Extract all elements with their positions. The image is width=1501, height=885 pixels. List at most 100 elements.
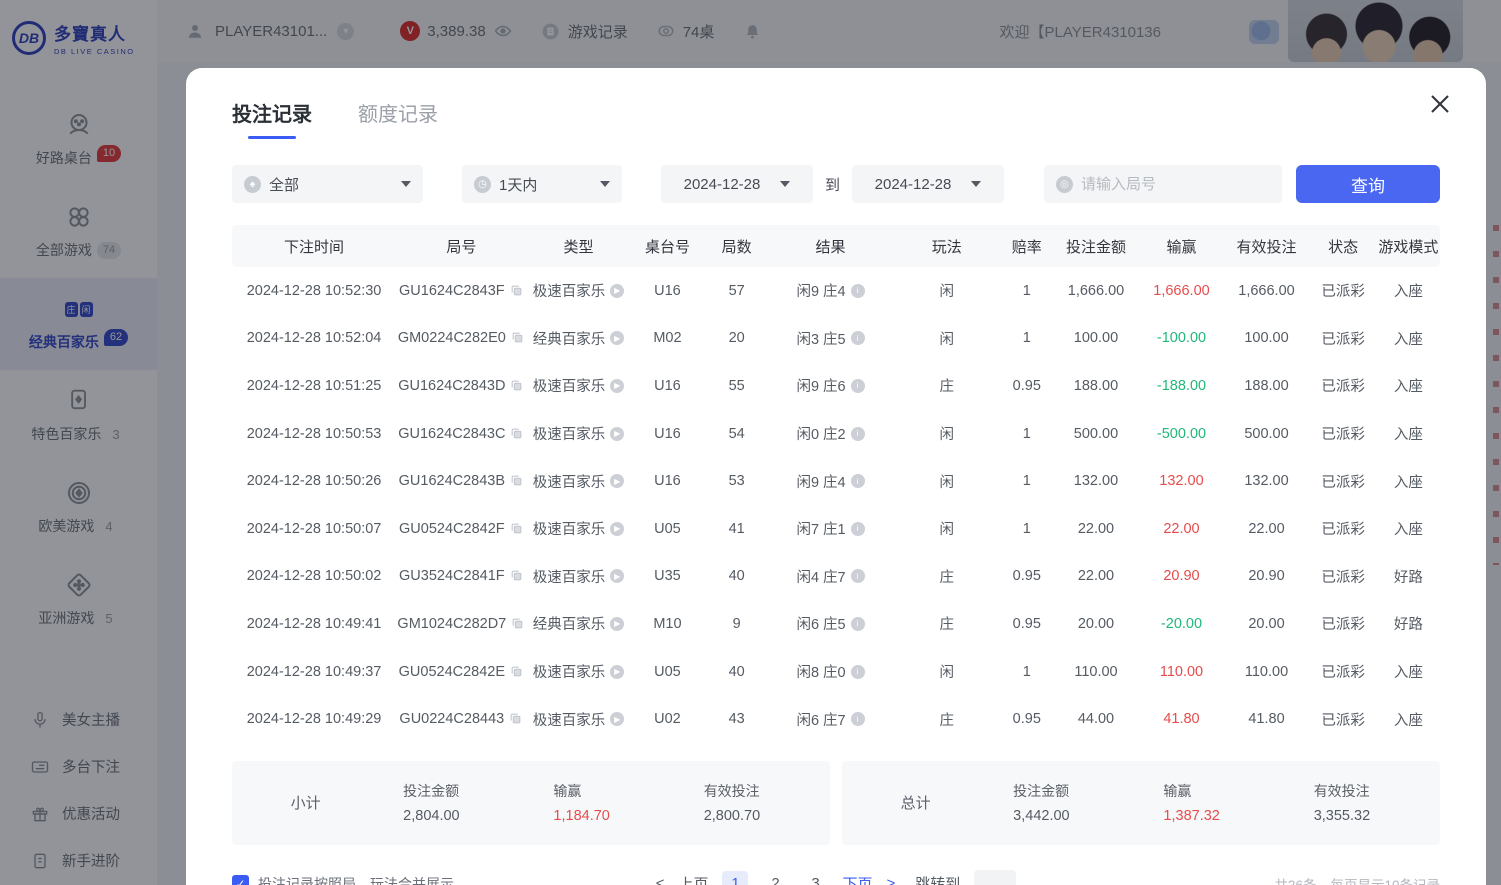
info-icon[interactable]: i [851, 665, 865, 679]
cell-result: 闲7 庄1i [769, 518, 893, 539]
date-from-picker[interactable]: 2024-12-28 [661, 165, 813, 203]
info-icon[interactable]: i [851, 427, 865, 441]
cell-mode: 入座 [1377, 709, 1440, 730]
cell-status: 已派彩 [1310, 709, 1377, 730]
copy-icon[interactable] [510, 522, 524, 536]
cell-mode: 入座 [1377, 518, 1440, 539]
merge-checkbox[interactable]: ✓ [232, 875, 249, 885]
cell-valid: 41.80 [1224, 711, 1310, 727]
cell-type: 经典百家乐▶ [527, 613, 631, 634]
cell-play: 庄 [892, 613, 1001, 634]
table-row: 2024-12-28 10:50:26GU1624C2843B极速百家乐▶U16… [232, 457, 1440, 505]
cell-bet: 100.00 [1052, 330, 1139, 346]
next-arrow-icon[interactable]: > [887, 875, 896, 885]
cell-valid: 20.90 [1224, 568, 1310, 584]
copy-icon[interactable] [510, 427, 524, 441]
summary-bar: 小计 投注金额 2,804.00 输赢 1,184.70 有效投注 2,800.… [232, 761, 1440, 845]
prev-arrow-icon[interactable]: < [656, 875, 665, 885]
page-button-1[interactable]: 1 [722, 871, 748, 885]
cell-play: 闲 [892, 518, 1001, 539]
cell-table: M02 [630, 330, 704, 346]
cell-table: U16 [630, 473, 704, 489]
table-row: 2024-12-28 10:51:25GU1624C2843D极速百家乐▶U16… [232, 362, 1440, 410]
cell-round: 53 [705, 473, 769, 489]
play-video-icon[interactable]: ▶ [610, 522, 624, 536]
play-video-icon[interactable]: ▶ [610, 331, 624, 345]
play-video-icon[interactable]: ▶ [610, 712, 624, 726]
cell-odds: 1 [1001, 664, 1052, 680]
info-icon[interactable]: i [851, 284, 865, 298]
query-button[interactable]: 查询 [1296, 165, 1440, 203]
next-page-button[interactable]: 下页 [842, 873, 872, 885]
close-icon[interactable] [1424, 88, 1456, 120]
cell-status: 已派彩 [1310, 423, 1377, 444]
play-video-icon[interactable]: ▶ [610, 427, 624, 441]
play-video-icon[interactable]: ▶ [610, 569, 624, 583]
page-button-2[interactable]: 2 [762, 871, 788, 885]
cell-id: GM0224C282E0 [396, 330, 526, 346]
info-icon[interactable]: i [851, 712, 865, 726]
tab-bet-records[interactable]: 投注记录 [232, 98, 312, 139]
category-select[interactable]: ♠ 全部 [232, 165, 423, 203]
play-video-icon[interactable]: ▶ [610, 665, 624, 679]
subtotal-valid-label: 有效投注 [704, 781, 760, 801]
cell-time: 2024-12-28 10:49:29 [232, 711, 396, 727]
column-header: 结果 [769, 236, 893, 257]
jump-to-label: 跳转到 [915, 873, 960, 885]
cell-mode: 入座 [1377, 661, 1440, 682]
cell-mode: 入座 [1377, 280, 1440, 301]
copy-icon[interactable] [510, 474, 524, 488]
play-video-icon[interactable]: ▶ [610, 284, 624, 298]
spade-icon: ♠ [244, 176, 261, 193]
play-video-icon[interactable]: ▶ [610, 474, 624, 488]
copy-icon[interactable] [511, 617, 525, 631]
page-button-3[interactable]: 3 [802, 871, 828, 885]
info-icon[interactable]: i [851, 379, 865, 393]
cell-bet: 188.00 [1052, 378, 1139, 394]
column-header: 桌台号 [630, 236, 704, 257]
round-search-input[interactable] [1081, 176, 1270, 193]
copy-icon[interactable] [511, 331, 525, 345]
cell-valid: 22.00 [1224, 521, 1310, 537]
subtotal-label: 小计 [242, 792, 369, 813]
cell-mode: 入座 [1377, 471, 1440, 492]
cell-play: 闲 [892, 661, 1001, 682]
prev-page-button[interactable]: 上页 [678, 873, 708, 885]
info-icon[interactable]: i [851, 474, 865, 488]
cell-round: 55 [705, 378, 769, 394]
info-icon[interactable]: i [851, 331, 865, 345]
caret-down-icon [971, 181, 981, 187]
cell-odds: 0.95 [1001, 568, 1052, 584]
copy-icon[interactable] [510, 569, 524, 583]
table-row: 2024-12-28 10:49:41GM1024C282D7经典百家乐▶M10… [232, 600, 1440, 648]
cell-status: 已派彩 [1310, 280, 1377, 301]
total-valid-value: 3,355.32 [1314, 808, 1370, 824]
caret-down-icon [401, 181, 411, 187]
play-video-icon[interactable]: ▶ [610, 379, 624, 393]
cell-valid: 1,666.00 [1224, 283, 1310, 299]
modal-tabs: 投注记录 额度记录 [232, 98, 1440, 139]
info-icon[interactable]: i [851, 522, 865, 536]
jump-to-input[interactable] [974, 870, 1016, 885]
cell-wl: -188.00 [1139, 378, 1223, 394]
tab-quota-records[interactable]: 额度记录 [358, 98, 438, 139]
cell-play: 闲 [892, 423, 1001, 444]
copy-icon[interactable] [510, 379, 524, 393]
subtotal-winloss-label: 输赢 [553, 781, 581, 801]
cell-round: 9 [705, 616, 769, 632]
cell-odds: 1 [1001, 521, 1052, 537]
copy-icon[interactable] [510, 665, 524, 679]
copy-icon[interactable] [510, 284, 524, 298]
cell-time: 2024-12-28 10:50:02 [232, 568, 396, 584]
copy-icon[interactable] [509, 712, 523, 726]
cell-valid: 110.00 [1224, 664, 1310, 680]
info-icon[interactable]: i [851, 569, 865, 583]
period-select[interactable]: ◷ 1天内 [462, 165, 622, 203]
info-icon[interactable]: i [851, 617, 865, 631]
cell-result: 闲6 庄7i [769, 709, 893, 730]
cell-wl: -20.00 [1139, 616, 1223, 632]
play-video-icon[interactable]: ▶ [610, 617, 624, 631]
cell-odds: 1 [1001, 426, 1052, 442]
cell-time: 2024-12-28 10:52:04 [232, 330, 396, 346]
date-to-picker[interactable]: 2024-12-28 [852, 165, 1004, 203]
